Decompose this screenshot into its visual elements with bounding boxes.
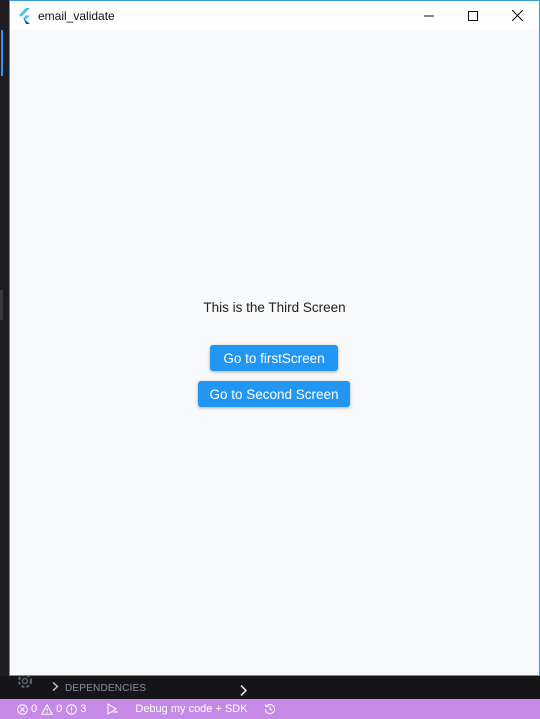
screen-heading: This is the Third Screen [203, 300, 346, 315]
status-bar: 0 0 3 Debug my code + SDK [0, 699, 540, 719]
go-to-second-screen-button[interactable]: Go to Second Screen [198, 381, 350, 407]
flutter-logo-icon [18, 7, 32, 24]
minimize-button[interactable] [407, 1, 451, 30]
close-button[interactable] [495, 1, 539, 30]
app-window: email_validate This is the Third Screen … [9, 0, 540, 676]
maximize-button[interactable] [451, 1, 495, 30]
go-to-first-screen-button[interactable]: Go to firstScreen [210, 345, 338, 371]
error-icon [17, 703, 28, 715]
ide-activity-bar-edge [0, 0, 9, 676]
title-bar[interactable]: email_validate [10, 1, 539, 30]
dependencies-section[interactable]: DEPENDENCIES [52, 681, 147, 694]
window-title: email_validate [38, 8, 115, 23]
info-count: 3 [80, 703, 87, 715]
ide-explorer-panel: DEPENDENCIES [0, 676, 540, 699]
dependencies-label: DEPENDENCIES [65, 682, 147, 694]
active-indicator [1, 30, 3, 76]
close-icon [511, 10, 523, 21]
gear-icon[interactable] [14, 676, 36, 690]
app-content: This is the Third Screen Go to firstScre… [10, 30, 539, 675]
debug-run-icon[interactable] [106, 703, 119, 715]
screen-root: email_validate This is the Third Screen … [0, 0, 540, 719]
warning-count: 0 [56, 703, 63, 715]
warning-icon [41, 703, 54, 715]
chevron-right-icon [52, 681, 59, 694]
problems-indicator[interactable]: 0 0 3 [17, 703, 86, 715]
scroll-marker [0, 290, 3, 320]
maximize-icon [468, 10, 478, 21]
minimize-icon [424, 15, 434, 16]
history-icon[interactable] [264, 703, 276, 715]
window-controls [407, 1, 539, 30]
error-count: 0 [31, 703, 38, 715]
info-icon [66, 703, 78, 715]
debug-mode-label[interactable]: Debug my code + SDK [135, 703, 247, 715]
